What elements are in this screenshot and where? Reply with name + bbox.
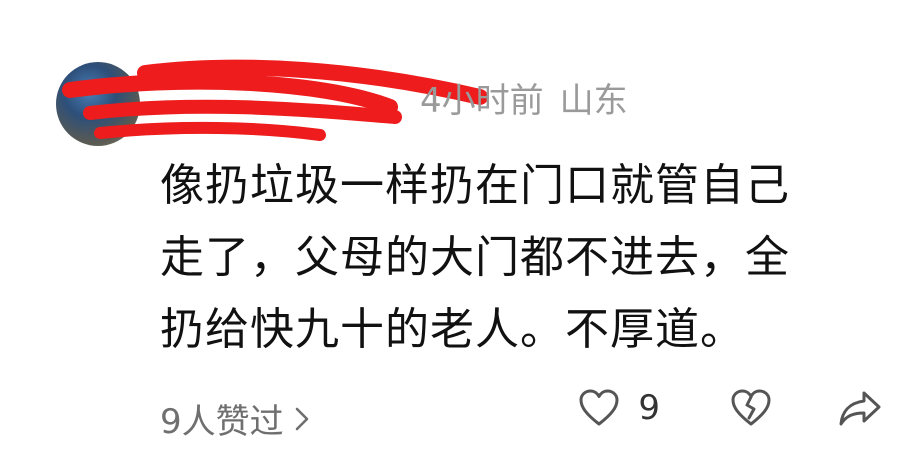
chevron-right-icon — [295, 407, 308, 430]
comment-line: 走了，父母的大门都不进去，全 — [160, 232, 790, 283]
comment-line: 扔给快九十的老人。不厚道。 — [160, 304, 745, 355]
heart-outline-icon — [579, 389, 619, 426]
comment-body: 像扔垃圾一样扔在门口就管自己 走了，父母的大门都不进去，全 扔给快九十的老人。不… — [160, 150, 860, 366]
comment-actions: 9 — [578, 388, 882, 428]
avatar[interactable] — [56, 62, 140, 146]
time-ago: 4小时前 — [420, 81, 544, 121]
like-button[interactable]: 9 — [578, 388, 660, 428]
likes-link-label: 9人赞过 — [160, 402, 284, 442]
dislike-button[interactable] — [730, 388, 772, 428]
share-arrow-icon — [839, 391, 881, 426]
location: 山东 — [559, 81, 628, 121]
comment-footer: 9人赞过 9 — [160, 388, 882, 442]
like-count: 9 — [638, 388, 660, 428]
likes-link[interactable]: 9人赞过 — [160, 394, 310, 443]
comment-line: 像扔垃圾一样扔在门口就管自己 — [160, 160, 790, 211]
share-button[interactable] — [838, 388, 882, 428]
broken-heart-icon — [731, 389, 771, 426]
comment-meta: 4小时前 山东 — [420, 73, 628, 122]
